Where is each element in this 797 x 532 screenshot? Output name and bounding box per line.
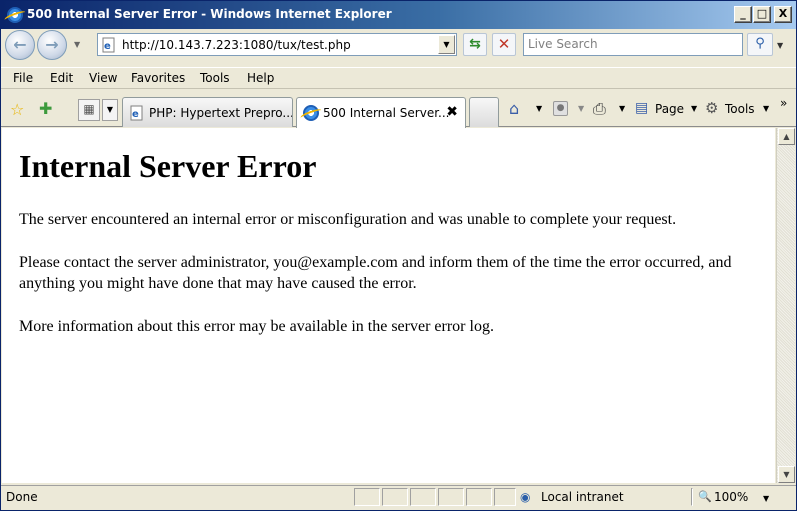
minimize-button[interactable]: _ <box>734 6 752 23</box>
address-toolbar: ← → ▼ e http://10.143.7.223:1080/tux/tes… <box>1 29 796 62</box>
status-bar: Done ◉ Local intranet 🔍 100% ▼ <box>1 485 796 508</box>
status-cell <box>494 488 516 506</box>
page-dropdown[interactable]: ▼ <box>691 104 697 113</box>
back-button[interactable]: ← <box>5 30 35 60</box>
zoom-icon[interactable]: 🔍 <box>698 490 712 503</box>
menu-help[interactable]: Help <box>247 71 274 85</box>
status-cell <box>438 488 464 506</box>
quick-tabs-icon: ▦ <box>83 102 95 116</box>
log-message: More information about this error may be… <box>19 318 494 335</box>
title-bar: 500 Internal Server Error - Windows Inte… <box>1 1 796 29</box>
search-options-dropdown[interactable]: ▼ <box>777 41 783 50</box>
forward-button[interactable]: → <box>37 30 67 60</box>
menu-view[interactable]: View <box>89 71 117 85</box>
vertical-scrollbar[interactable]: ▲ ▼ <box>776 128 795 483</box>
menu-edit[interactable]: Edit <box>50 71 73 85</box>
new-tab-button[interactable] <box>469 97 499 127</box>
browser-window: 500 Internal Server Error - Windows Inte… <box>0 0 797 511</box>
address-input[interactable]: http://10.143.7.223:1080/tux/test.php <box>122 38 351 52</box>
zoom-level[interactable]: 100% <box>714 490 748 504</box>
tools-dropdown[interactable]: ▼ <box>763 104 769 113</box>
home-icon[interactable]: ⌂ <box>509 99 519 118</box>
menu-favorites[interactable]: Favorites <box>131 71 185 85</box>
search-input[interactable]: Live Search <box>523 33 743 56</box>
forward-arrow-icon: → <box>45 35 59 54</box>
window-title: 500 Internal Server Error - Windows Inte… <box>27 7 392 21</box>
status-cell <box>382 488 408 506</box>
status-text: Done <box>6 490 38 504</box>
page-icon[interactable]: ▤ <box>635 100 648 116</box>
page-title: Internal Server Error <box>19 148 317 184</box>
scroll-down-button[interactable]: ▼ <box>778 466 795 483</box>
chevron-more-icon[interactable]: » <box>780 96 787 110</box>
stop-icon: ✕ <box>497 35 511 53</box>
print-dropdown[interactable]: ▼ <box>619 104 625 113</box>
menu-tools[interactable]: Tools <box>200 71 230 85</box>
status-cell <box>354 488 380 506</box>
maximize-button[interactable]: □ <box>753 6 771 23</box>
back-arrow-icon: ← <box>13 35 27 54</box>
status-divider <box>691 488 693 506</box>
search-icon: ⚲ <box>755 36 765 51</box>
address-bar[interactable]: e http://10.143.7.223:1080/tux/test.php … <box>97 33 457 56</box>
tab-label: PHP: Hypertext Prepro... <box>149 106 293 120</box>
stop-button[interactable]: ✕ <box>492 33 516 56</box>
ie-logo-icon <box>303 105 319 121</box>
error-message: The server encountered an internal error… <box>19 211 677 228</box>
refresh-button[interactable]: ⇆ <box>463 33 487 56</box>
tab-bar: ☆ ✚ ▦ ▼ e PHP: Hypertext Prepro... 500 I… <box>1 93 796 128</box>
contact-message: Please contact the server administrator,… <box>19 254 732 292</box>
security-zone[interactable]: Local intranet <box>541 490 624 504</box>
page-menu-button[interactable]: Page <box>655 102 684 116</box>
address-dropdown-button[interactable]: ▼ <box>438 35 455 54</box>
add-favorites-icon[interactable]: ✚ <box>39 99 52 118</box>
ie-logo-icon <box>7 7 23 23</box>
tools-menu-button[interactable]: Tools <box>725 102 755 116</box>
menu-bar: File Edit View Favorites Tools Help <box>1 67 796 89</box>
page-content: Internal Server Error The server encount… <box>2 128 775 483</box>
globe-icon: ◉ <box>520 490 531 504</box>
favorites-star-icon[interactable]: ☆ <box>10 100 24 119</box>
page-favicon-icon: e <box>101 37 117 53</box>
close-button[interactable]: X <box>774 6 792 23</box>
status-cell <box>466 488 492 506</box>
desktop-strip <box>0 511 797 532</box>
svg-text:e: e <box>104 41 111 52</box>
feeds-icon[interactable]: ● <box>553 101 568 116</box>
search-button[interactable]: ⚲ <box>747 33 773 56</box>
svg-text:e: e <box>132 109 139 120</box>
recent-pages-dropdown[interactable]: ▼ <box>74 40 80 49</box>
feeds-dropdown[interactable]: ▼ <box>578 104 584 113</box>
tab-php[interactable]: e PHP: Hypertext Prepro... <box>122 97 293 127</box>
gear-icon[interactable]: ⚙ <box>705 99 718 117</box>
tab-label: 500 Internal Server... <box>323 106 450 120</box>
refresh-icon: ⇆ <box>469 36 481 52</box>
page-favicon-icon: e <box>129 105 145 121</box>
zoom-dropdown[interactable]: ▼ <box>763 494 769 503</box>
home-dropdown[interactable]: ▼ <box>536 104 542 113</box>
close-tab-icon[interactable]: ✖ <box>446 104 458 120</box>
quick-tabs-button[interactable]: ▦ <box>78 99 100 121</box>
scroll-up-button[interactable]: ▲ <box>778 128 795 145</box>
tab-server-error[interactable]: 500 Internal Server... ✖ <box>296 97 466 128</box>
print-icon[interactable]: ⎙ <box>593 99 606 119</box>
status-cell <box>410 488 436 506</box>
tab-list-dropdown[interactable]: ▼ <box>102 99 118 121</box>
menu-file[interactable]: File <box>13 71 33 85</box>
